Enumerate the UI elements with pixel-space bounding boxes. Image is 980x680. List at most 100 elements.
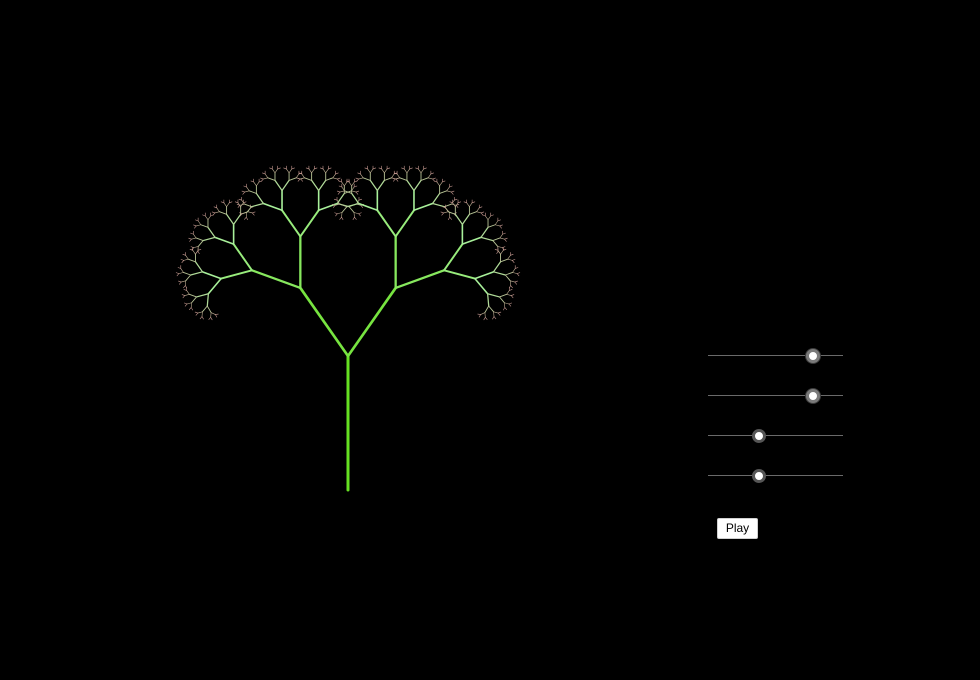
tree-branch (415, 167, 419, 170)
tree-branch (358, 177, 364, 180)
tree-branch (341, 216, 344, 221)
tree-branch (451, 191, 454, 195)
play-button[interactable]: Play (717, 518, 758, 539)
tree-branch (195, 312, 199, 316)
tree-branch (501, 246, 506, 248)
tree-branch (223, 202, 227, 207)
tree-branch (286, 168, 290, 174)
tree-branch (497, 246, 503, 248)
tree-branch (471, 201, 476, 204)
tree-branch (207, 215, 211, 221)
tree-branch (185, 254, 189, 260)
tree-branch (352, 216, 355, 221)
tree-branch (208, 316, 211, 320)
tree-branch (497, 311, 502, 314)
tree-branch (197, 240, 204, 247)
tree-branch (461, 236, 482, 245)
tree-branch (478, 314, 481, 318)
tree-branch (504, 302, 510, 305)
tree-branch (413, 179, 422, 192)
slider-3[interactable] (708, 415, 843, 455)
tree-branch (485, 316, 488, 320)
tree-branch (512, 272, 518, 274)
tree-branch (499, 237, 505, 240)
tree-branch (401, 167, 405, 170)
tree-branch (295, 173, 300, 179)
tree-branch (492, 316, 495, 320)
tree-branch (500, 258, 509, 263)
tree-branch (339, 216, 342, 220)
tree-branch (406, 168, 410, 174)
tree-branch (356, 178, 359, 182)
tree-branch (332, 173, 336, 179)
tree-branch (252, 211, 256, 214)
slider-4[interactable] (708, 455, 843, 495)
tree-branch (328, 167, 332, 170)
tree-branch (180, 259, 185, 261)
tree-branch (191, 237, 197, 240)
tree-branch (441, 212, 444, 216)
tree-branch (271, 168, 276, 174)
tree-branch (184, 303, 188, 307)
tree-branch (514, 281, 517, 285)
tree-branch (493, 316, 497, 320)
tree-branch (244, 190, 250, 193)
fractal-tree-app: Play (0, 0, 980, 680)
tree-branch (427, 173, 432, 179)
tree-branch (497, 312, 501, 316)
tree-branch (447, 216, 451, 221)
tree-branch (469, 202, 473, 207)
tree-branch (369, 168, 374, 174)
tree-branch (250, 269, 302, 290)
tree-branch (233, 213, 242, 225)
tree-branch (508, 303, 512, 307)
tree-branch (494, 224, 501, 227)
tree-branch (201, 271, 222, 280)
tree-branch (381, 168, 385, 174)
tree-branch (241, 190, 245, 193)
tree-branch (507, 258, 513, 261)
tree-branch (299, 209, 320, 238)
slider-1[interactable] (708, 335, 843, 375)
slider-thumb[interactable] (752, 429, 767, 443)
tree-branch (367, 168, 371, 174)
tree-branch (177, 267, 182, 269)
tree-branch (197, 311, 203, 314)
tree-branch (176, 273, 180, 277)
tree-branch (183, 285, 186, 289)
tree-branch (183, 289, 187, 291)
tree-branch (179, 281, 182, 285)
tree-branch (346, 286, 397, 358)
tree-branch (332, 177, 338, 180)
tree-branch (445, 207, 449, 213)
tree-branch (420, 168, 425, 174)
tree-branch (487, 293, 501, 298)
tree-branch (503, 307, 506, 311)
tree-branch (394, 209, 415, 238)
tree-branch (246, 206, 253, 213)
tree-branch (443, 243, 464, 272)
tree-branch (502, 232, 506, 235)
tree-branch (195, 224, 202, 227)
tree-branch (514, 267, 519, 269)
slider-thumb[interactable] (752, 469, 767, 483)
tree-branch (201, 316, 204, 320)
tree-branch (194, 225, 197, 229)
tree-branch (322, 168, 327, 174)
tree-branch (281, 209, 302, 238)
tree-branch (403, 168, 408, 174)
tree-branch (269, 167, 273, 170)
tree-branch (195, 250, 199, 254)
slider-thumb[interactable] (806, 389, 821, 403)
tree-branch (383, 177, 392, 181)
tree-branch (225, 213, 235, 225)
slider-2[interactable] (708, 375, 843, 415)
tree-branch (185, 285, 188, 289)
slider-thumb[interactable] (806, 349, 821, 363)
tree-branch (299, 286, 350, 358)
tree-branch (504, 274, 511, 282)
tree-branch (288, 177, 297, 181)
tree-branch (246, 186, 250, 192)
tree-branch (305, 167, 310, 170)
tree-branch (195, 237, 204, 242)
